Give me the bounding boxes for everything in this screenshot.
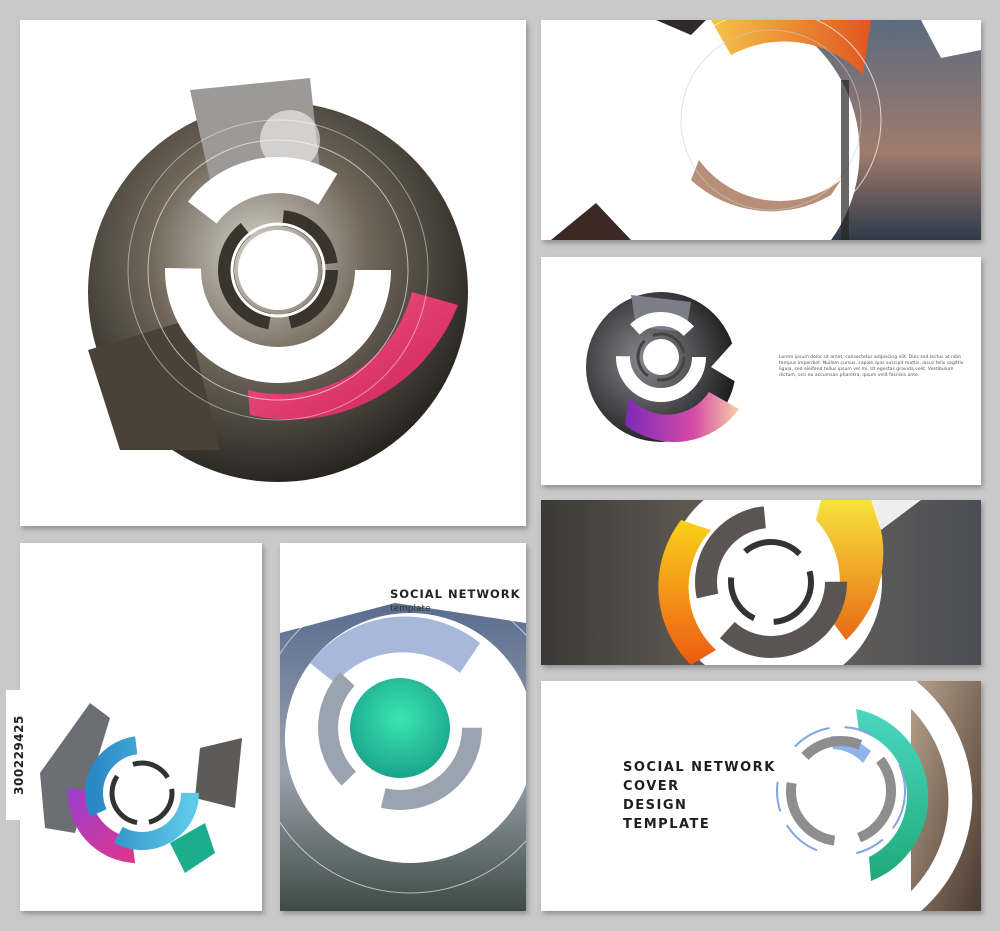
center	[120, 771, 164, 815]
circular-graphic	[88, 78, 468, 482]
corner-dark-top	[656, 20, 706, 35]
portrait-ring-graphic	[40, 703, 242, 873]
big-square-card	[20, 20, 526, 526]
palm-trunk	[841, 80, 849, 240]
teal-center	[350, 678, 450, 778]
cover-heading: SOCIAL NETWORK COVER DESIGN TEMPLATE	[623, 760, 776, 832]
arc-brown	[691, 160, 841, 212]
stock-id-text: 300229425	[12, 715, 26, 795]
portrait-card-left	[20, 543, 262, 911]
colorful-ring-graphic	[541, 500, 981, 665]
social-subtitle: template	[390, 604, 431, 614]
center	[643, 339, 679, 375]
stock-id-label: 300229425	[6, 690, 32, 820]
text-slide-card: Lorem ipsum dolor sit amet, consectetur …	[541, 257, 981, 485]
wide-graphic-top	[551, 20, 981, 240]
social-title: SOCIAL NETWORK	[390, 587, 521, 601]
center-hole	[238, 230, 318, 310]
lorem-paragraph: Lorem ipsum dolor sit amet, consectetur …	[779, 355, 964, 378]
sun-glow	[260, 110, 320, 170]
center	[738, 549, 804, 615]
cover-card: SOCIAL NETWORK COVER DESIGN TEMPLATE	[541, 681, 981, 911]
top-right-card	[541, 20, 981, 240]
social-network-card: SOCIAL NETWORK template	[280, 543, 526, 911]
corner-dark	[551, 203, 631, 240]
wide-colorful-card	[541, 500, 981, 665]
photo-right	[195, 738, 242, 808]
center	[811, 761, 871, 821]
